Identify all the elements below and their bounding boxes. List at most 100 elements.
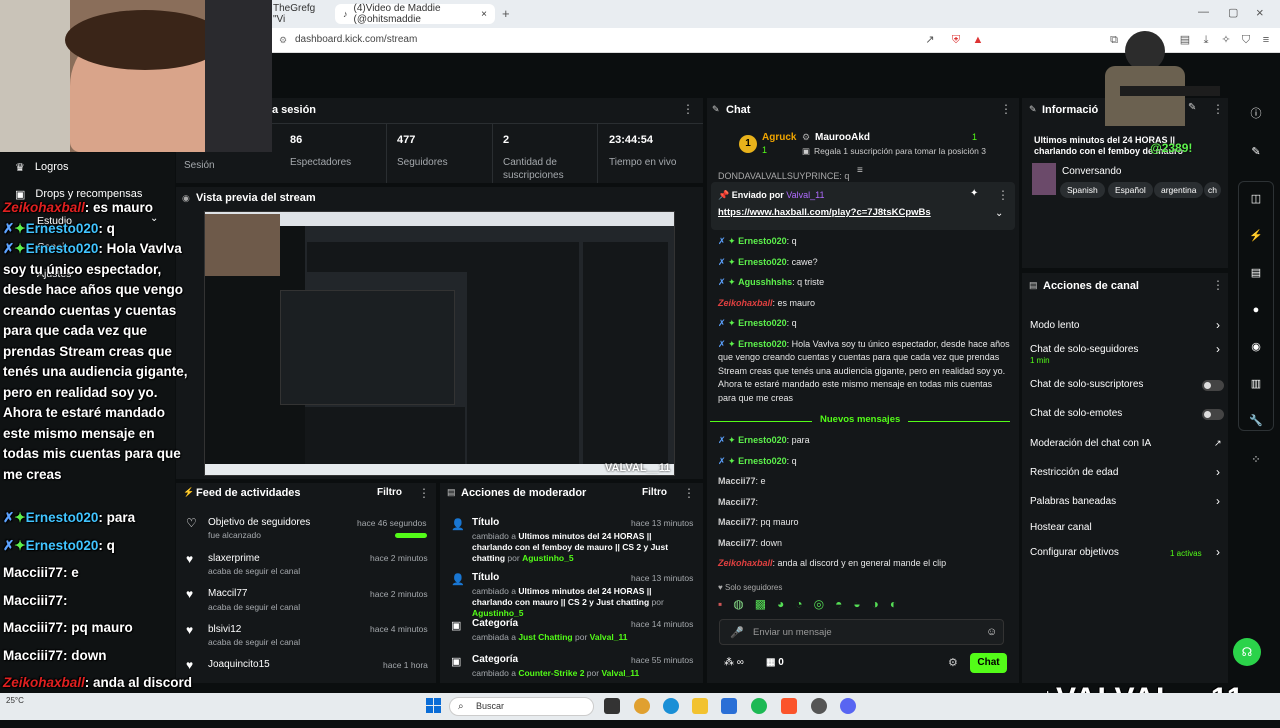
channel-action-row[interactable]: Chat de solo-suscriptores: [1030, 379, 1226, 401]
channel-action-row[interactable]: Modo lento ›: [1030, 318, 1226, 342]
browser-tab-active[interactable]: ♪ (4)Video de Maddie (@ohitsmaddie ×: [335, 3, 495, 25]
pencil-icon[interactable]: ✎: [1245, 141, 1267, 163]
emote-icon[interactable]: ◍: [733, 597, 743, 613]
chat-username[interactable]: Zeikohaxball: [718, 558, 773, 568]
emote-icon[interactable]: ◔: [795, 597, 802, 613]
chat-message: ✗ ✦ Ernesto020: para: [718, 434, 1010, 448]
lightning-icon[interactable]: ⚡: [1245, 225, 1267, 247]
file-explorer-icon[interactable]: [692, 698, 708, 714]
site-info-icon[interactable]: ⚙: [279, 35, 287, 46]
edge-icon[interactable]: [663, 698, 679, 714]
apps-icon[interactable]: ⁘: [1245, 449, 1267, 471]
broadcast-icon[interactable]: ◉: [1245, 336, 1267, 358]
chat-username[interactable]: Maccii77: [718, 538, 756, 548]
activity-filter-button[interactable]: Filtro: [377, 487, 402, 498]
taskbar-search[interactable]: ⌕ Buscar: [449, 697, 594, 716]
document-icon[interactable]: ▤: [1245, 262, 1267, 284]
channel-action-row[interactable]: Palabras baneadas ›: [1030, 494, 1226, 518]
points-indicator[interactable]: ⁂ ∞: [724, 657, 744, 668]
more-icon[interactable]: ⋮: [997, 188, 1009, 202]
obs-icon[interactable]: [811, 698, 827, 714]
new-messages-divider[interactable]: Nuevos mensajes: [710, 414, 1010, 428]
brave-shield-icon[interactable]: ⛨: [949, 33, 963, 47]
browser-tab[interactable]: TheGrefg "Vi: [265, 3, 335, 25]
chat-username[interactable]: Ernesto020: [738, 236, 787, 246]
support-icon[interactable]: ☊: [1233, 638, 1261, 666]
channel-action-row[interactable]: Moderación del chat con IA ↗: [1030, 438, 1226, 460]
task-view-icon[interactable]: [604, 698, 620, 714]
more-icon[interactable]: ⋮: [1000, 102, 1012, 116]
emote-icon[interactable]: ◐: [890, 597, 897, 613]
inventory-indicator[interactable]: ▦ 0: [766, 657, 784, 668]
more-icon[interactable]: ⋮: [418, 486, 430, 500]
chevron-down-icon[interactable]: ⌄: [995, 208, 1003, 219]
channel-action-row[interactable]: Restricción de edad ›: [1030, 465, 1226, 489]
chat-username[interactable]: Ernesto020: [738, 435, 787, 445]
send-chat-button[interactable]: Chat: [970, 653, 1007, 673]
camera-icon[interactable]: ◫: [1245, 188, 1267, 210]
vpn-icon[interactable]: ⛉: [1239, 33, 1253, 47]
chat-input-box[interactable]: 🎤 Enviar un mensaje ☺: [719, 619, 1004, 645]
filter-icon[interactable]: ≡: [857, 165, 863, 176]
weather-widget[interactable]: 25°C: [6, 696, 24, 705]
share-icon[interactable]: ↗: [923, 33, 937, 47]
spotify-icon[interactable]: [751, 698, 767, 714]
emote-icon[interactable]: ◎: [814, 597, 824, 613]
new-tab-button[interactable]: +: [502, 6, 510, 21]
mod-actions-title: Acciones de moderador: [461, 487, 587, 499]
emote-icon[interactable]: ◕: [777, 597, 784, 613]
windows-start-icon[interactable]: [426, 698, 441, 713]
close-window-icon[interactable]: ×: [1256, 5, 1264, 20]
store-icon[interactable]: [721, 698, 737, 714]
pinned-link[interactable]: https://www.haxball.com/play?c=7J8tsKCpw…: [718, 207, 931, 218]
minimize-icon[interactable]: —: [1198, 6, 1209, 18]
more-icon[interactable]: ⋮: [682, 102, 694, 116]
emote-icon[interactable]: ◑: [872, 597, 879, 613]
url-input[interactable]: dashboard.kick.com/stream: [295, 34, 417, 45]
chat-username[interactable]: Maccii77: [718, 476, 756, 486]
app-icon[interactable]: [634, 698, 650, 714]
brave-icon[interactable]: [781, 698, 797, 714]
chat-username[interactable]: Agusshhshs: [738, 277, 792, 287]
close-icon[interactable]: ×: [481, 9, 487, 20]
emoji-icon[interactable]: ☺: [986, 626, 997, 638]
info-icon[interactable]: ⓘ: [1245, 103, 1267, 125]
leaderboard-user[interactable]: Agruck: [762, 132, 796, 143]
menu-icon[interactable]: ≡: [1259, 33, 1273, 47]
more-icon[interactable]: ⋮: [683, 486, 695, 500]
channel-action-row[interactable]: Chat de solo-seguidores 1 min ›: [1030, 342, 1226, 366]
chat-username[interactable]: Zeikohaxball: [718, 298, 773, 308]
wrench-icon[interactable]: 🔧: [1245, 410, 1267, 432]
sidebar-item-logros[interactable]: ♛ Logros: [15, 161, 69, 174]
chat-username[interactable]: Ernesto020: [738, 456, 787, 466]
emote-icon[interactable]: ▩: [755, 597, 766, 613]
maximize-icon[interactable]: ▢: [1228, 6, 1238, 19]
channel-action-row[interactable]: Chat de solo-emotes: [1030, 408, 1226, 430]
emote-icon[interactable]: ▪: [718, 597, 722, 613]
layers-icon[interactable]: ▥: [1245, 373, 1267, 395]
stream-preview-video[interactable]: VALVAL__11: [204, 211, 675, 476]
toggle-switch[interactable]: [1202, 380, 1224, 391]
chat-username[interactable]: Maccii77: [718, 517, 756, 527]
chat-username[interactable]: Ernesto020: [738, 257, 787, 267]
chat-message: ✗ ✦ Ernesto020: q: [718, 235, 1010, 249]
mod-filter-button[interactable]: Filtro: [642, 487, 667, 498]
pin-icon[interactable]: ✦: [970, 188, 978, 199]
emote-icon[interactable]: ◓: [835, 597, 842, 613]
brave-rewards-icon[interactable]: ▲: [971, 33, 985, 47]
overlay-text: todas mis cuentas para que: [3, 446, 181, 461]
chat-bubble-icon[interactable]: ●: [1245, 299, 1267, 321]
chat-username[interactable]: Maccii77: [718, 497, 756, 507]
discord-icon[interactable]: [840, 698, 856, 714]
toggle-switch[interactable]: [1202, 409, 1224, 420]
chat-settings-icon[interactable]: ⚙: [948, 656, 958, 669]
chat-username[interactable]: Ernesto020: [738, 339, 787, 349]
emote-icon[interactable]: ◒: [853, 597, 860, 613]
channel-action-row[interactable]: Hostear canal: [1030, 522, 1226, 544]
leo-icon[interactable]: ✧: [1219, 33, 1233, 47]
channel-action-row[interactable]: Configurar objetivos 1 activas ›: [1030, 545, 1226, 569]
chat-username[interactable]: Ernesto020: [738, 318, 787, 328]
more-icon[interactable]: ⋮: [1212, 278, 1224, 292]
leaderboard-user-2[interactable]: MaurooAkd: [815, 132, 870, 143]
diamond-icon: ✦: [725, 435, 739, 445]
